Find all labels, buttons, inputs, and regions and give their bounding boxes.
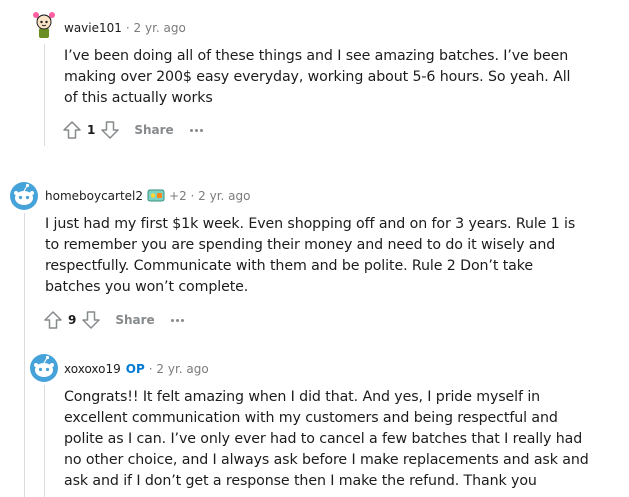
avatar-wavie101[interactable] (29, 9, 59, 39)
username-link[interactable]: homeboycartel2 (45, 189, 143, 203)
upvote-arrow-icon[interactable] (62, 120, 82, 140)
comment-timestamp[interactable]: · 2 yr. ago (149, 362, 209, 376)
comment-xoxoxo19: xoxoxo19 OP · 2 yr. ago Congrats!! It fe… (64, 359, 609, 492)
username-link[interactable]: wavie101 (64, 21, 122, 35)
comment-actions: 1 Share (62, 118, 203, 142)
avatar-homeboycartel2[interactable] (9, 181, 39, 211)
thread-line-reply (44, 385, 45, 497)
comment-homeboycartel2: homeboycartel2 +2 · 2 yr. ago I just had… (45, 186, 605, 298)
downvote-arrow-icon[interactable] (81, 310, 101, 330)
thread-line-main (24, 213, 25, 497)
ellipsis-icon[interactable] (170, 318, 184, 322)
award-badge-icon (147, 189, 165, 203)
comment-body: Congrats!! It felt amazing when I did th… (64, 389, 589, 489)
comment-header: xoxoxo19 OP · 2 yr. ago (64, 359, 609, 379)
comment-actions: 9 Share (43, 308, 184, 332)
share-button[interactable]: Share (134, 123, 173, 137)
ellipsis-icon[interactable] (189, 128, 203, 132)
vote-count: 9 (68, 313, 77, 327)
vote-count: 1 (87, 123, 96, 137)
comment-wavie101: wavie101 · 2 yr. ago I’ve been doing all… (64, 18, 584, 109)
share-button[interactable]: Share (115, 313, 154, 327)
comment-header: homeboycartel2 +2 · 2 yr. ago (45, 186, 605, 206)
thread-line-top (44, 44, 45, 146)
comment-body: I’ve been doing all of these things and … (64, 48, 571, 106)
comment-header: wavie101 · 2 yr. ago (64, 18, 584, 38)
avatar-xoxoxo19[interactable] (29, 353, 59, 383)
upvote-arrow-icon[interactable] (43, 310, 63, 330)
username-link[interactable]: xoxoxo19 (64, 362, 121, 376)
comment-timestamp[interactable]: · 2 yr. ago (126, 21, 186, 35)
downvote-arrow-icon[interactable] (100, 120, 120, 140)
op-badge: OP (125, 362, 145, 376)
comment-timestamp[interactable]: +2 · 2 yr. ago (169, 189, 250, 203)
comment-body: I just had my first $1k week. Even shopp… (45, 216, 576, 295)
